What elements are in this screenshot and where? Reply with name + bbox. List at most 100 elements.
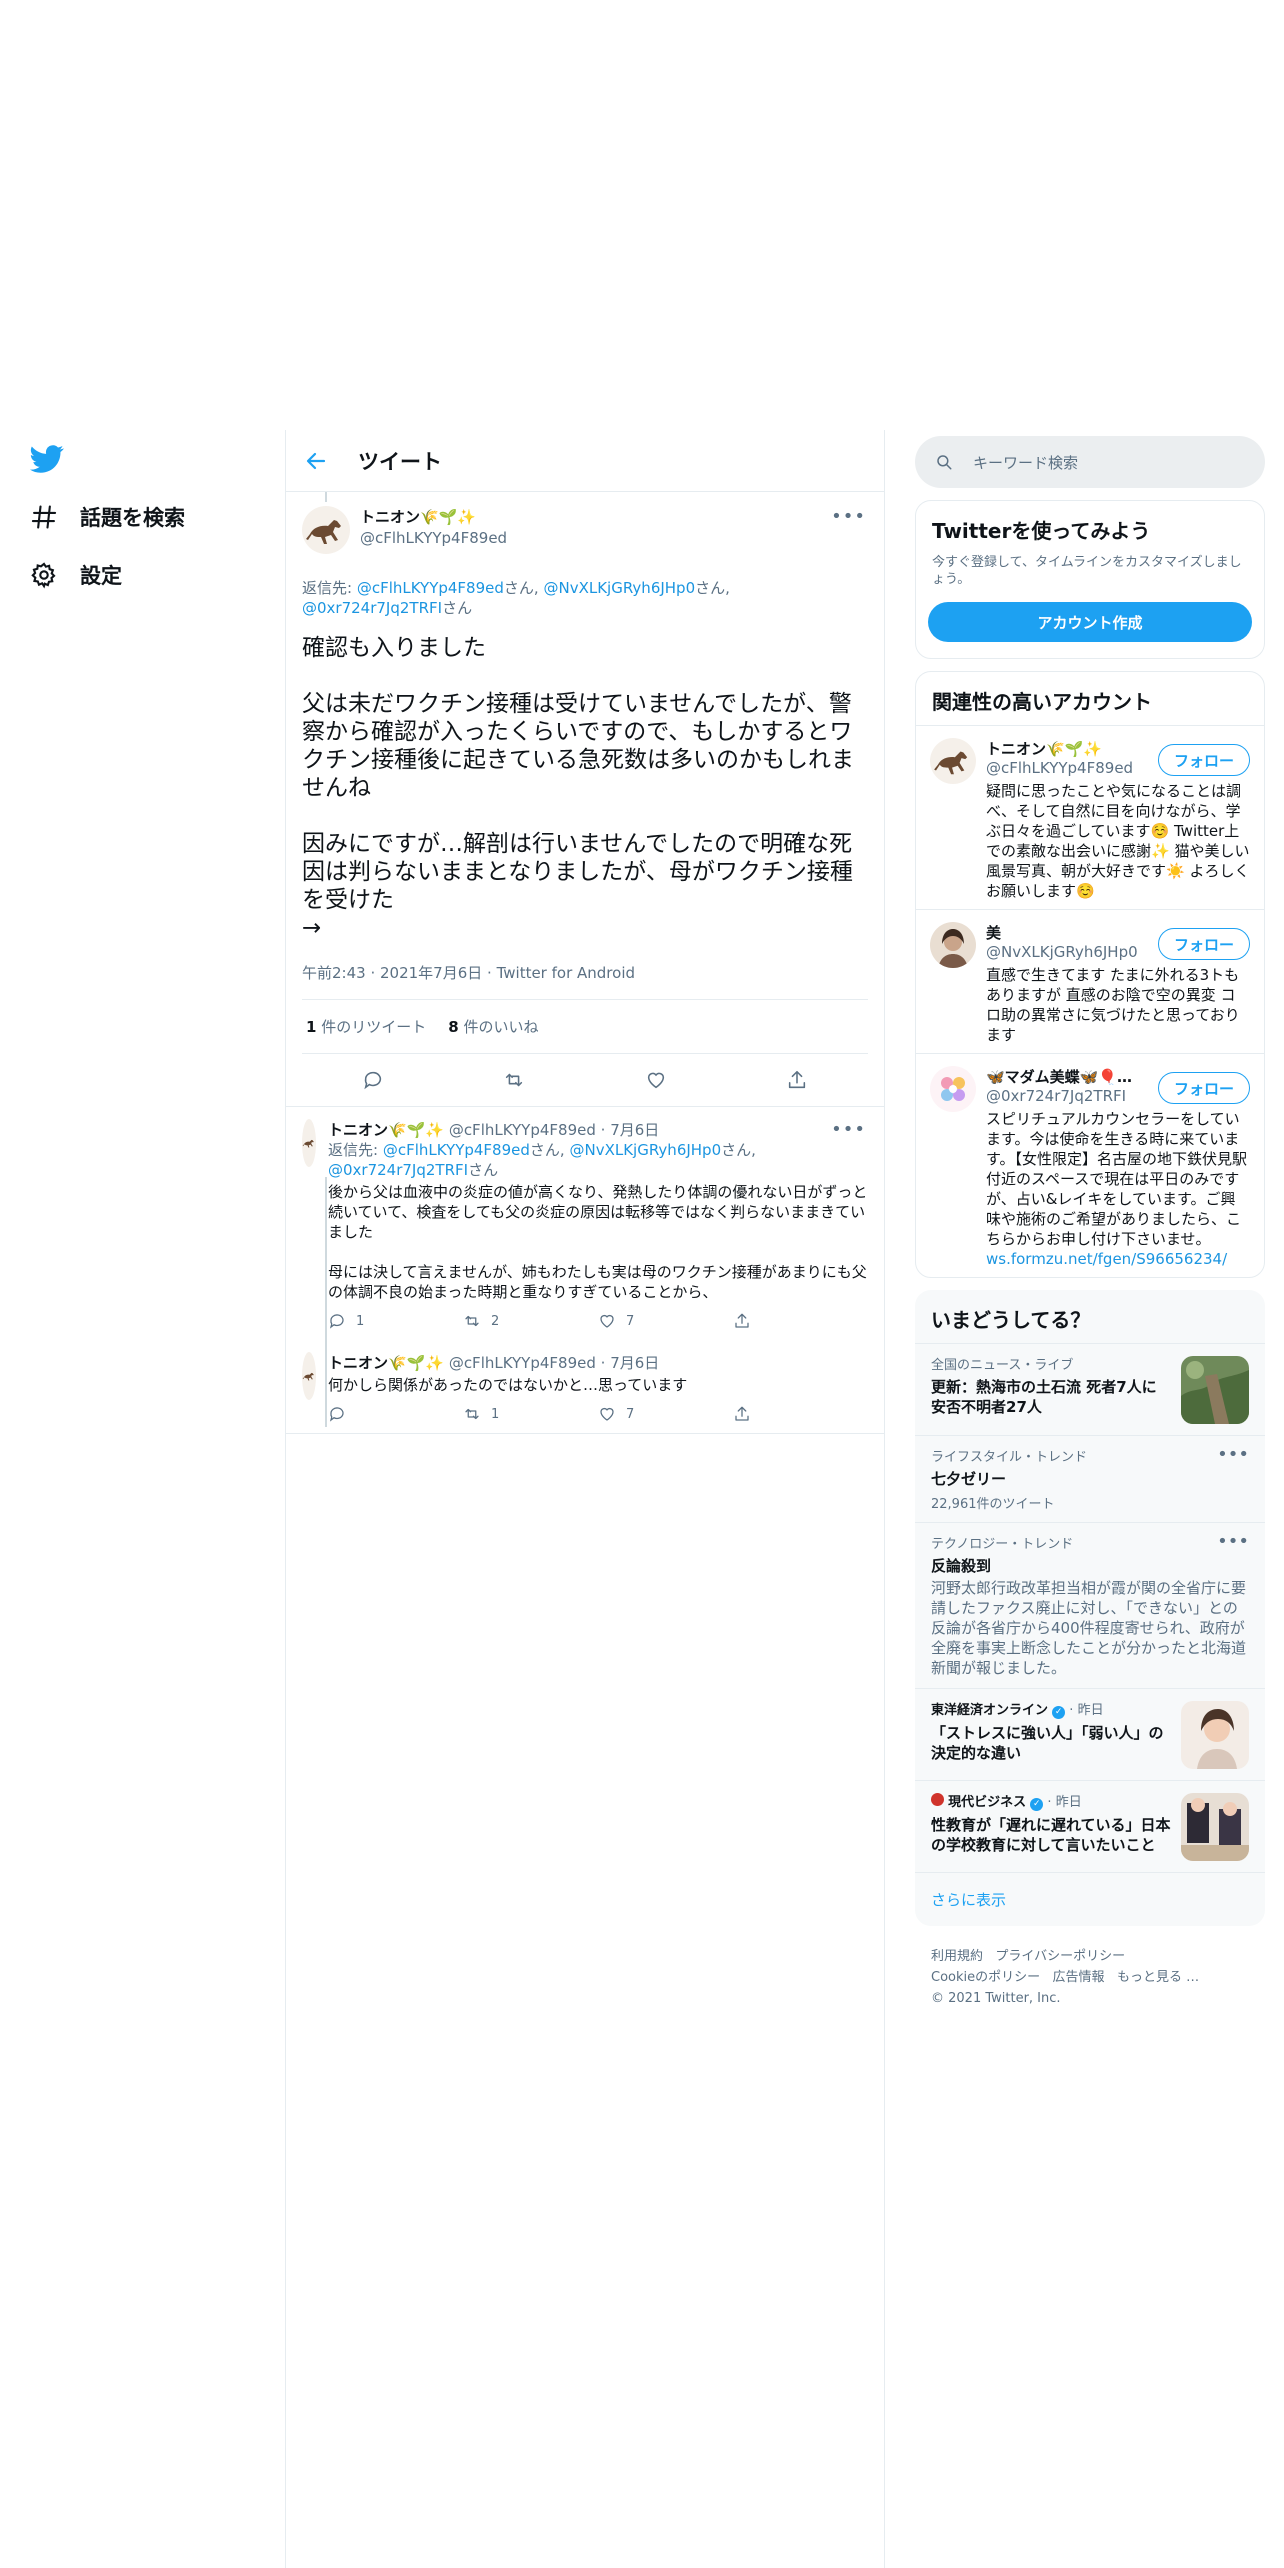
search-input[interactable]: キーワード検索 xyxy=(973,452,1078,473)
nav-explore[interactable]: 話題を検索 xyxy=(30,502,185,532)
tweet-source[interactable]: Twitter for Android xyxy=(497,964,635,982)
mention-link[interactable]: @cFlhLKYYp4F89ed xyxy=(383,1141,530,1159)
reply-tweet[interactable]: トニオン🌾🌱✨ @cFlhLKYYp4F89ed · 7月6日 返信先: @cF… xyxy=(286,1107,884,1427)
author-name[interactable]: トニオン🌾🌱✨ xyxy=(328,1354,444,1372)
reply-icon[interactable] xyxy=(362,1069,384,1091)
account-name[interactable]: トニオン🌾🌱✨ xyxy=(986,738,1136,759)
author-handle[interactable]: @cFlhLKYYp4F89ed xyxy=(360,529,507,547)
follow-button[interactable]: フォロー xyxy=(1158,1072,1250,1104)
profile-photo-icon xyxy=(938,929,968,968)
related-accounts-card: 関連性の高いアカウント トニオン🌾🌱✨ @cFlhLKYYp4F89ed 疑問に… xyxy=(915,671,1265,1278)
trends-card: いまどうしてる？ 全国のニュース・ライブ 更新：熱海市の土石流 死者7人に安否不… xyxy=(915,1290,1265,1926)
mention-link[interactable]: @NvXLKjGRyh6JHp0 xyxy=(569,1141,721,1159)
mention-link[interactable]: @cFlhLKYYp4F89ed xyxy=(357,579,504,597)
horse-avatar-icon xyxy=(306,520,341,544)
reply-icon xyxy=(329,1314,344,1329)
account-name[interactable]: 🦋マダム美蝶🦋🎈… xyxy=(986,1066,1136,1087)
avatar[interactable] xyxy=(302,506,350,554)
more-options-icon[interactable]: ••• xyxy=(1217,1444,1249,1465)
mention-link[interactable]: @NvXLKjGRyh6JHp0 xyxy=(543,579,695,597)
share-action[interactable] xyxy=(733,1405,868,1423)
footer-link-privacy[interactable]: プライバシーポリシー xyxy=(995,1949,1125,1964)
retweet-stat[interactable]: 1 件のリツイート xyxy=(306,1016,426,1037)
avatar[interactable] xyxy=(302,1352,316,1400)
account-bio: 直感で生きてます たまに外れる3トもありますが 直感のお陰で空の異変 コロ助の異… xyxy=(986,966,1240,1044)
back-arrow-icon[interactable] xyxy=(304,449,328,473)
footer-link-ads[interactable]: 広告情報 xyxy=(1053,1970,1105,1985)
mention-link[interactable]: @0xr724r7Jq2TRFI xyxy=(302,599,442,617)
avatar[interactable] xyxy=(930,738,976,784)
footer-link-terms[interactable]: 利用規約 xyxy=(931,1949,983,1964)
author-handle[interactable]: @cFlhLKYYp4F89ed xyxy=(449,1354,596,1372)
like-icon[interactable] xyxy=(645,1069,667,1091)
account-item[interactable]: 美 @NvXLKjGRyh6JHp0 直感で生きてます たまに外れる3トもありま… xyxy=(916,909,1264,1053)
share-action[interactable] xyxy=(733,1312,868,1330)
avatar[interactable] xyxy=(930,922,976,968)
retweet-action[interactable]: 1 xyxy=(463,1405,598,1423)
author-handle[interactable]: @cFlhLKYYp4F89ed xyxy=(449,1121,596,1139)
landslide-photo-icon xyxy=(1181,1356,1249,1424)
footer-link-cookies[interactable]: Cookieのポリシー xyxy=(931,1970,1040,1985)
account-item[interactable]: トニオン🌾🌱✨ @cFlhLKYYp4F89ed 疑問に思ったことや気になること… xyxy=(916,725,1264,909)
trend-item[interactable]: テクノロジー・トレンド 反論殺到 河野太郎行政改革担当相が霞が関の全省庁に要請し… xyxy=(915,1522,1265,1688)
reply-to-label: 返信先: xyxy=(302,579,357,597)
gear-icon xyxy=(31,562,56,589)
reply-to-label: 返信先: xyxy=(328,1141,383,1159)
more-options-icon[interactable]: ••• xyxy=(831,506,866,527)
tweet-stats: 1 件のリツイート 8 件のいいね xyxy=(302,1000,868,1054)
like-stat[interactable]: 8 件のいいね xyxy=(448,1016,538,1037)
horse-avatar-icon xyxy=(302,1139,314,1148)
retweet-count: 2 xyxy=(491,1313,500,1329)
author-name[interactable]: トニオン🌾🌱✨ xyxy=(328,1121,444,1139)
like-action[interactable]: 7 xyxy=(598,1312,733,1330)
follow-button[interactable]: フォロー xyxy=(1158,744,1250,776)
more-options-icon[interactable]: ••• xyxy=(831,1119,866,1140)
reply-action[interactable]: 1 xyxy=(328,1312,463,1330)
trend-description: 河野太郎行政改革担当相が霞が関の全省庁に要請したファクス廃止に対し、「できない」… xyxy=(931,1579,1247,1677)
reply-tweet[interactable]: トニオン🌾🌱✨ @cFlhLKYYp4F89ed · 7月6日 何かしら関係があ… xyxy=(286,1340,884,1434)
reply-date[interactable]: 7月6日 xyxy=(610,1354,659,1372)
verified-badge-icon: ✓ xyxy=(1030,1798,1044,1811)
footer: 利用規約 プライバシーポリシー Cookieのポリシー 広告情報 もっと見る …… xyxy=(915,1926,1265,2029)
tweet-date[interactable]: 2021年7月6日 xyxy=(380,964,482,982)
follow-button[interactable]: フォロー xyxy=(1158,928,1250,960)
news-source-logo-icon xyxy=(931,1793,944,1806)
avatar[interactable] xyxy=(302,1119,316,1167)
account-bio: 疑問に思ったことや気になることは調べ、そして自然に目を向けながら、学ぶ日々を過ご… xyxy=(986,782,1250,900)
show-more-link[interactable]: さらに表示 xyxy=(915,1872,1265,1926)
news-item[interactable]: 現代ビジネス ✓ · 昨日 性教育が「遅れに遅れている」日本の学校教育に対して言… xyxy=(915,1780,1265,1872)
search-bar[interactable]: キーワード検索 xyxy=(915,436,1265,488)
account-name[interactable]: 美 xyxy=(986,922,1136,943)
like-label: 件のいいね xyxy=(463,1018,539,1036)
reply-header: トニオン🌾🌱✨ @cFlhLKYYp4F89ed · 7月6日 xyxy=(328,1121,660,1139)
retweet-icon[interactable] xyxy=(503,1069,525,1091)
author-name[interactable]: トニオン🌾🌱✨ xyxy=(360,506,507,527)
footer-link-more[interactable]: もっと見る … xyxy=(1117,1970,1199,1985)
retweet-action[interactable]: 2 xyxy=(463,1312,598,1330)
like-action[interactable]: 7 xyxy=(598,1405,733,1423)
signup-card: Twitterを使ってみよう 今すぐ登録して、タイムラインをカスタマイズしましょ… xyxy=(915,500,1265,659)
mention-suffix: さん xyxy=(529,1141,560,1159)
share-icon[interactable] xyxy=(786,1069,808,1091)
reply-text: 後から父は血液中の炎症の値が高くなり、発熱したり体調の優れない日がずっと続いてい… xyxy=(328,1183,868,1301)
avatar[interactable] xyxy=(930,1066,976,1112)
nav-settings[interactable]: 設定 xyxy=(30,560,122,590)
tweet-time[interactable]: 午前2:43 xyxy=(302,964,366,982)
twitter-logo-icon[interactable] xyxy=(30,442,64,476)
mention-link[interactable]: @0xr724r7Jq2TRFI xyxy=(328,1161,468,1179)
reply-action[interactable] xyxy=(328,1405,463,1423)
trend-item[interactable]: ライフスタイル・トレンド 七夕ゼリー 22,961件のツイート ••• xyxy=(915,1435,1265,1522)
trend-count: 22,961件のツイート xyxy=(931,1497,1055,1512)
trend-item[interactable]: 全国のニュース・ライブ 更新：熱海市の土石流 死者7人に安否不明者27人 xyxy=(915,1343,1265,1435)
account-item[interactable]: 🦋マダム美蝶🦋🎈… @0xr724r7Jq2TRFI スピリチュアルカウンセラー… xyxy=(916,1053,1264,1277)
news-source-line: 東洋経済オンライン ✓ · 昨日 xyxy=(931,1703,1104,1719)
bio-link[interactable]: ws.formzu.net/fgen/S96656234/ xyxy=(986,1250,1227,1268)
reply-date[interactable]: 7月6日 xyxy=(610,1121,659,1139)
news-item[interactable]: 東洋経済オンライン ✓ · 昨日 「ストレスに強い人」「弱い人」の決定的な違い xyxy=(915,1688,1265,1780)
more-options-icon[interactable]: ••• xyxy=(1217,1531,1249,1552)
like-count: 7 xyxy=(626,1406,635,1422)
retweet-count: 1 xyxy=(306,1018,317,1036)
main-tweet: トニオン🌾🌱✨ @cFlhLKYYp4F89ed ••• 返信先: @cFlhL… xyxy=(286,492,884,1107)
create-account-button[interactable]: アカウント作成 xyxy=(928,602,1252,642)
account-bio-text: スピリチュアルカウンセラーをしています。今は使命を生きる時に来ています。【女性限… xyxy=(986,1110,1248,1248)
